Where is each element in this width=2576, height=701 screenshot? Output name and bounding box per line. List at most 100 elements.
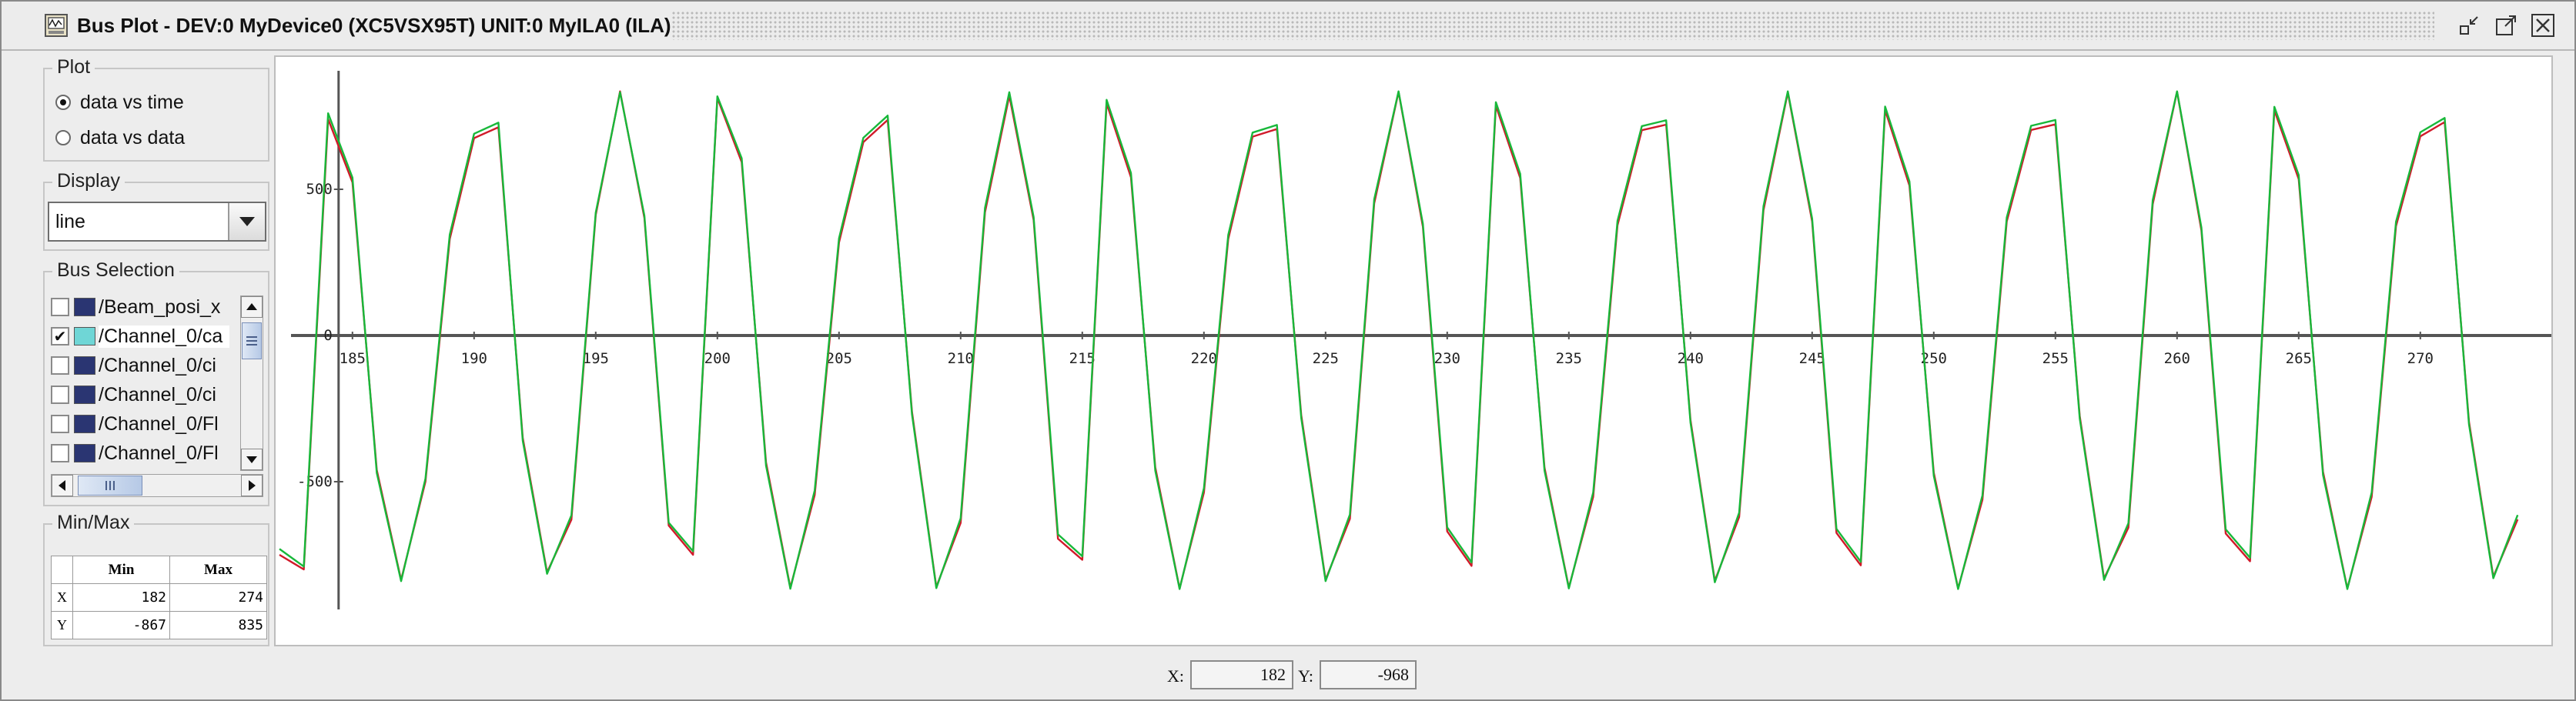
x-max-value: 274: [169, 583, 267, 612]
scroll-right-button[interactable]: [241, 475, 263, 496]
chevron-down-icon: [239, 217, 255, 226]
status-bar: X: 182 Y: -968: [2, 653, 2574, 699]
bus-color-swatch[interactable]: [74, 444, 95, 462]
bus-name: /Channel_0/ca: [99, 325, 229, 348]
bus-name: /Beam_posi_x: [99, 295, 221, 318]
minmax-group: Min/Max Min Max X 182 274 Y -867 835: [43, 509, 269, 646]
bus-list-item[interactable]: /Beam_posi_x: [51, 292, 240, 322]
x-min-value: 182: [72, 583, 170, 612]
bus-list[interactable]: /Beam_posi_x ✔ /Channel_0/ca /Channel_0/…: [49, 288, 266, 500]
display-group-title: Display: [52, 168, 125, 194]
x-tick-label: 245: [1799, 350, 1825, 367]
display-dropdown-value: line: [55, 211, 85, 232]
bus-list-item[interactable]: ✔ /Channel_0/ca: [51, 322, 240, 351]
bus-list-item[interactable]: /Channel_0/ci: [51, 351, 240, 380]
plot-area[interactable]: 185 190 195 200 205 210 215 220 225 230 235 240 245 2…: [274, 55, 2553, 646]
arrow-up-icon: [246, 303, 257, 310]
x-tick-label: 265: [2286, 350, 2312, 367]
maximize-icon[interactable]: [2493, 12, 2519, 38]
bus-selection-group: Bus Selection /Beam_posi_x ✔ /Channel_0/…: [43, 257, 269, 506]
bus-list-item[interactable]: /Channel_0/Fl: [51, 439, 240, 468]
title-bar-texture: [671, 11, 2434, 40]
x-tick-label: 260: [2164, 350, 2190, 367]
x-tick-label: 270: [2407, 350, 2434, 367]
bus-checkbox-checked[interactable]: ✔: [51, 327, 69, 345]
x-tick-label: 200: [704, 350, 731, 367]
x-tick-label: 230: [1434, 350, 1460, 367]
cursor-x-label: X:: [1167, 666, 1184, 686]
minmax-table: Min Max X 182 274 Y -867 835: [51, 556, 267, 639]
y-tick-label: 0: [323, 327, 332, 344]
arrow-right-icon: [249, 480, 256, 491]
bus-checkbox[interactable]: [51, 444, 69, 462]
plot-group-title: Plot: [52, 54, 95, 80]
series-1-line: [279, 90, 2519, 589]
scroll-up-button[interactable]: [241, 296, 263, 318]
scroll-down-button[interactable]: [241, 449, 263, 470]
restore-icon[interactable]: [2456, 12, 2482, 38]
x-tick-label: 215: [1069, 350, 1096, 367]
radio-button-selected[interactable]: [55, 95, 71, 110]
bus-plot-window: Bus Plot - DEV:0 MyDevice0 (XC5VSX95T) U…: [0, 0, 2576, 701]
bus-color-swatch[interactable]: [74, 327, 95, 345]
window-title: Bus Plot - DEV:0 MyDevice0 (XC5VSX95T) U…: [77, 14, 671, 37]
min-header: Min: [72, 556, 170, 584]
title-bar[interactable]: Bus Plot - DEV:0 MyDevice0 (XC5VSX95T) U…: [2, 2, 2574, 51]
x-tick-label: 235: [1556, 350, 1582, 367]
bus-selection-title: Bus Selection: [52, 257, 179, 283]
scroll-thumb[interactable]: [242, 322, 262, 359]
cursor-x-field: 182: [1190, 660, 1293, 689]
y-min-value: -867: [72, 611, 170, 639]
horizontal-scroll-thumb[interactable]: [78, 476, 142, 496]
arrow-left-icon: [59, 480, 65, 491]
bus-color-swatch[interactable]: [74, 298, 95, 316]
bus-checkbox[interactable]: [51, 415, 69, 433]
bus-checkbox[interactable]: [51, 356, 69, 375]
radio-button[interactable]: [55, 130, 71, 145]
scroll-left-button[interactable]: [52, 475, 73, 496]
radio-data-vs-time[interactable]: data vs time: [55, 89, 184, 115]
arrow-down-icon: [246, 456, 257, 463]
display-group: Display line: [43, 168, 269, 251]
x-tick-label: 210: [948, 350, 974, 367]
bus-checkbox[interactable]: [51, 298, 69, 316]
radio-data-vs-data[interactable]: data vs data: [55, 125, 185, 151]
bus-color-swatch[interactable]: [74, 386, 95, 404]
dropdown-button[interactable]: [228, 203, 265, 240]
radio-label-data-vs-time: data vs time: [80, 91, 184, 113]
y-tick-label: 500: [306, 181, 332, 198]
x-tick-label: 220: [1191, 350, 1217, 367]
horizontal-scrollbar[interactable]: [51, 474, 263, 497]
minmax-row-y: Y -867 835: [51, 611, 267, 639]
x-tick-label: 195: [583, 350, 609, 367]
app-icon: [45, 14, 68, 37]
radio-label-data-vs-data: data vs data: [80, 126, 186, 149]
cursor-y-field: -968: [1320, 660, 1417, 689]
x-tick-label: 190: [461, 350, 487, 367]
minmax-row-x: X 182 274: [51, 583, 267, 612]
minmax-group-title: Min/Max: [52, 509, 135, 536]
max-header: Max: [169, 556, 267, 584]
minmax-header-row: Min Max: [51, 556, 267, 584]
plot-group: Plot data vs time data vs data: [43, 54, 269, 162]
bus-plot-chart[interactable]: 185 190 195 200 205 210 215 220 225 230 235 240 245 2…: [276, 57, 2551, 645]
series-2-line: [279, 90, 2519, 590]
bus-checkbox[interactable]: [51, 386, 69, 404]
corner-cell: [51, 556, 73, 584]
row-label: Y: [51, 611, 73, 639]
y-tick-label: -500: [297, 473, 333, 490]
bus-color-swatch[interactable]: [74, 356, 95, 375]
vertical-scrollbar[interactable]: [240, 295, 263, 471]
cursor-y-label: Y:: [1298, 666, 1313, 686]
bus-name: /Channel_0/ci: [99, 383, 216, 406]
x-tick-label: 225: [1313, 350, 1339, 367]
bus-list-item[interactable]: /Channel_0/ci: [51, 380, 240, 409]
bus-color-swatch[interactable]: [74, 415, 95, 433]
bus-name: /Channel_0/Fl: [99, 442, 219, 464]
grip-icon: [105, 481, 115, 490]
display-dropdown[interactable]: line: [48, 202, 266, 242]
x-tick-label: 240: [1678, 350, 1704, 367]
close-icon[interactable]: [2530, 12, 2556, 38]
grip-icon: [246, 336, 257, 345]
bus-list-item[interactable]: /Channel_0/Fl: [51, 409, 240, 439]
